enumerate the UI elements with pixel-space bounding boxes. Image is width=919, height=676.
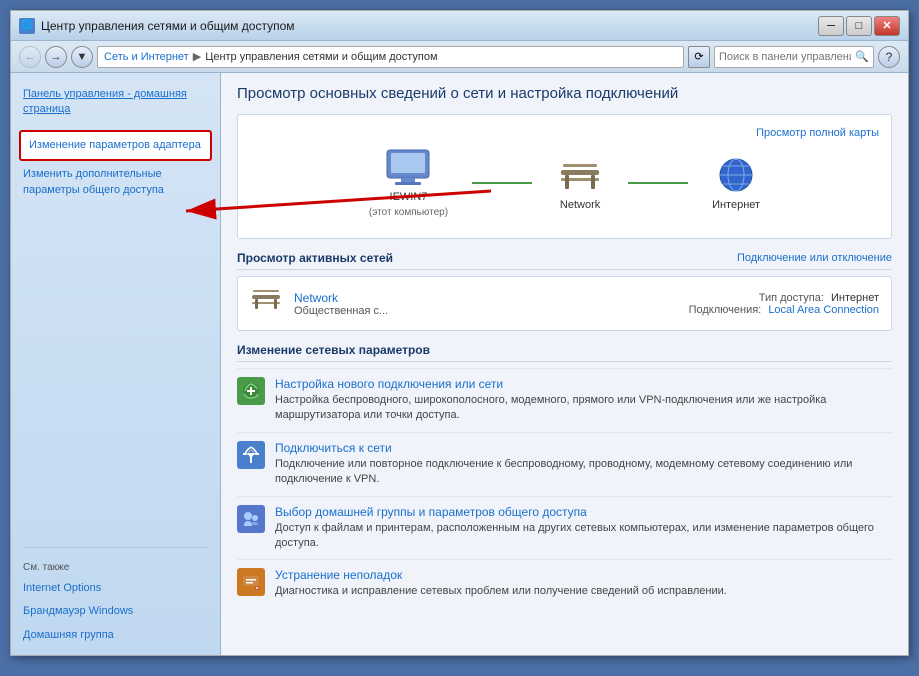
sidebar-homegroup[interactable]: Домашняя группа [11,624,220,647]
connections-row: Подключения: Local Area Connection [689,304,879,316]
new-connection-icon [237,377,265,405]
sidebar-divider [23,547,208,548]
bench-icon [556,155,604,195]
new-connection-link[interactable]: Настройка нового подключения или сети [275,377,892,391]
computer-label: IEWIN7 [390,191,428,203]
internet-label: Интернет [712,199,760,211]
breadcrumb-item-1[interactable]: Сеть и Интернет [104,51,189,63]
help-button[interactable]: ? [878,46,900,68]
connect-network-desc: Подключение или повторное подключение к … [275,457,892,488]
network-map: Просмотр полной карты IEWIN7 [237,114,892,239]
connect-network-link[interactable]: Подключиться к сети [275,441,892,455]
window-controls: ─ □ ✕ [818,16,900,36]
line-1 [472,182,532,184]
computer-sublabel: (этот компьютер) [369,207,448,218]
settings-item-1-content: Подключиться к сети Подключение или повт… [275,441,892,488]
close-button[interactable]: ✕ [874,16,900,36]
network-node: Network [556,155,604,211]
sidebar-sharing-settings[interactable]: Изменить дополнительные параметры общего… [11,163,220,202]
active-networks-title: Просмотр активных сетей [237,251,393,265]
breadcrumb-sep-1: ▶ [193,50,201,63]
connection-link[interactable]: Local Area Connection [768,304,879,316]
change-settings-title: Изменение сетевых параметров [237,343,430,357]
sidebar-internet-options[interactable]: Internet Options [11,577,220,600]
see-also-title: См. также [11,556,220,577]
connect-disconnect-link[interactable]: Подключение или отключение [737,252,892,264]
main-area: Панель управления - домашняя страница Из… [11,73,908,655]
line-2 [628,182,688,184]
active-networks-header: Просмотр активных сетей Подключение или … [237,251,892,270]
access-type-label: Тип доступа: [759,292,824,304]
globe-icon [712,155,760,195]
settings-item-2: Выбор домашней группы и параметров общег… [237,496,892,560]
settings-item-0: Настройка нового подключения или сети На… [237,368,892,432]
settings-item-0-content: Настройка нового подключения или сети На… [275,377,892,424]
settings-item-2-content: Выбор домашней группы и параметров общег… [275,505,892,552]
troubleshoot-desc: Диагностика и исправление сетевых пробле… [275,584,892,599]
settings-item-3: Устранение неполадок Диагностика и испра… [237,559,892,607]
maximize-button[interactable]: □ [846,16,872,36]
sidebar-home[interactable]: Панель управления - домашняя страница [11,81,220,128]
window-icon: 🌐 [19,18,35,34]
active-network-info: Network Общественная с... [294,291,677,317]
active-network-name[interactable]: Network [294,291,677,305]
forward-button[interactable]: → [45,46,67,68]
address-bar: ← → ▼ Сеть и Интернет ▶ Центр управления… [11,41,908,73]
connections-label: Подключения: [689,304,762,316]
window-title: Центр управления сетями и общим доступом [41,19,295,33]
breadcrumb: Сеть и Интернет ▶ Центр управления сетям… [97,46,684,68]
back-button[interactable]: ← [19,46,41,68]
computer-icon [384,147,432,187]
homegroup-link[interactable]: Выбор домашней группы и параметров общег… [275,505,892,519]
view-full-map-link[interactable]: Просмотр полной карты [756,127,879,139]
search-box[interactable]: 🔍 [714,46,874,68]
computer-node: IEWIN7 (этот компьютер) [369,147,448,218]
breadcrumb-item-2: Центр управления сетями и общим доступом [205,51,437,63]
search-input[interactable] [719,51,851,63]
sidebar-adapter-settings[interactable]: Изменение параметров адаптера [19,130,212,161]
title-bar-left: 🌐 Центр управления сетями и общим доступ… [19,18,295,34]
troubleshoot-icon [237,568,265,596]
network-diagram: IEWIN7 (этот компьютер) [250,139,879,226]
network-label: Network [560,199,600,211]
active-network-details: Тип доступа: Интернет Подключения: Local… [689,292,879,316]
settings-item-1: Подключиться к сети Подключение или повт… [237,432,892,496]
minimize-button[interactable]: ─ [818,16,844,36]
title-bar: 🌐 Центр управления сетями и общим доступ… [11,11,908,41]
settings-section: Изменение сетевых параметров Настро [237,343,892,608]
active-network-icon [250,285,282,322]
connect-network-icon [237,441,265,469]
access-type-value: Интернет [831,292,879,304]
homegroup-icon [237,505,265,533]
homegroup-desc: Доступ к файлам и принтерам, расположенн… [275,521,892,552]
content-area: Просмотр основных сведений о сети и наст… [221,73,908,655]
sidebar: Панель управления - домашняя страница Из… [11,73,221,655]
active-network-item: Network Общественная с... Тип доступа: И… [237,276,892,331]
new-connection-desc: Настройка беспроводного, широкополосного… [275,393,892,424]
search-icon: 🔍 [855,50,869,63]
access-type-row: Тип доступа: Интернет [689,292,879,304]
page-title: Просмотр основных сведений о сети и наст… [237,85,892,102]
settings-header: Изменение сетевых параметров [237,343,892,362]
dropdown-button[interactable]: ▼ [71,46,93,68]
troubleshoot-link[interactable]: Устранение неполадок [275,568,892,582]
active-network-type: Общественная с... [294,305,677,317]
sidebar-windows-firewall[interactable]: Брандмауэр Windows [11,600,220,623]
refresh-button[interactable]: ⟳ [688,46,710,68]
settings-item-3-content: Устранение неполадок Диагностика и испра… [275,568,892,599]
internet-node: Интернет [712,155,760,211]
